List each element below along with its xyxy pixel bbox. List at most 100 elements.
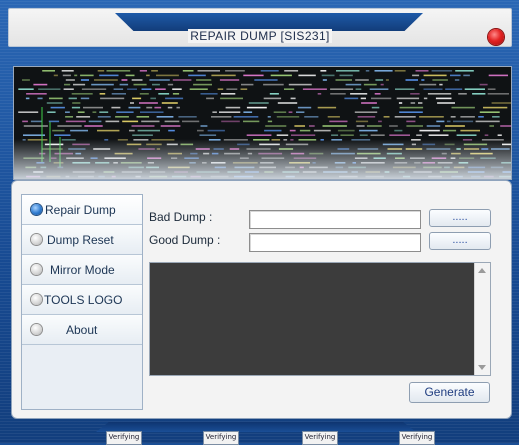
terminal-text-fragment [296,111,305,113]
sidebar-item-label: TOOLS LOGO [44,293,123,307]
terminal-text-fragment [415,70,429,72]
terminal-text-fragment [241,83,254,86]
sidebar-item-mirror-mode[interactable]: Mirror Mode [22,255,142,285]
terminal-text-fragment [428,134,449,136]
terminal-text-fragment [478,116,484,118]
terminal-text-fragment [22,120,28,123]
terminal-text-fragment [366,125,382,127]
terminal-text-fragment [359,134,368,136]
bad-dump-label: Bad Dump : [149,210,213,224]
terminal-text-fragment [330,93,346,95]
terminal-text-fragment [80,79,89,81]
terminal-text-fragment [136,116,150,118]
terminal-text-fragment [141,88,152,90]
bad-dump-browse-button[interactable]: ..... [429,209,491,227]
terminal-text-fragment [394,116,416,118]
radio-selected-icon [31,204,42,215]
banner-fade [14,139,511,179]
terminal-text-fragment [479,111,500,113]
terminal-text-fragment [83,106,103,109]
terminal-text-fragment [288,111,293,113]
terminal-text-fragment [375,79,384,81]
terminal-text-fragment [460,116,475,118]
terminal-text-fragment [160,125,181,127]
terminal-text-fragment [317,106,337,109]
terminal-text-fragment [100,97,125,100]
terminal-text-fragment [427,93,452,95]
terminal-text-fragment [410,102,416,104]
radio-unselected-icon [31,264,42,275]
terminal-text-fragment [431,70,453,72]
terminal-text-fragment [354,111,378,113]
close-icon[interactable] [488,29,504,45]
terminal-text-fragment [370,134,385,136]
good-dump-input[interactable] [249,233,421,252]
terminal-text-fragment [211,74,236,77]
terminal-text-fragment [150,97,156,100]
terminal-text-fragment [355,120,369,123]
terminal-text-fragment [405,79,418,81]
terminal-text-fragment [355,88,362,90]
sidebar-item-label: About [66,323,98,337]
terminal-text-fragment [320,70,327,72]
terminal-text-fragment [432,79,448,81]
terminal-text-fragment [141,120,160,123]
sidebar-item-about[interactable]: About [22,315,142,345]
terminal-text-fragment [291,134,316,136]
terminal-text-fragment [445,88,463,90]
terminal-text-fragment [290,97,296,100]
terminal-text-fragment [65,120,86,123]
terminal-text-fragment [426,125,441,127]
sidebar-item-tools-logo[interactable]: TOOLS LOGO [22,285,142,315]
terminal-text-fragment [399,106,424,109]
sidebar-item-repair-dump[interactable]: Repair Dump [22,195,142,225]
terminal-text-fragment [128,106,141,109]
terminal-text-fragment [246,134,272,136]
good-dump-browse-button[interactable]: ..... [429,232,491,250]
terminal-text-fragment [246,106,267,109]
title-bar: REPAIR DUMP [SIS231] [8,8,512,47]
terminal-text-fragment [99,111,109,113]
terminal-text-fragment [273,111,287,113]
terminal-text-fragment [269,93,279,95]
terminal-text-fragment [94,79,118,81]
terminal-text-fragment [54,134,71,136]
terminal-text-fragment [47,111,56,113]
terminal-text-fragment [116,111,134,113]
terminal-text-fragment [33,83,48,86]
terminal-text-fragment [152,83,160,86]
terminal-text-fragment [48,120,60,123]
terminal-text-fragment [80,74,94,77]
terminal-text-fragment [484,134,489,136]
terminal-text-fragment [129,129,135,132]
generate-button[interactable]: Generate [409,382,490,403]
app-window: REPAIR DUMP [SIS231] Repair Dump Dump Re… [0,0,519,445]
terminal-text-fragment [321,74,335,77]
log-scrollbar[interactable] [474,263,490,375]
sidebar-item-dump-reset[interactable]: Dump Reset [22,225,142,255]
terminal-text-fragment [350,93,368,95]
terminal-text-fragment [156,116,174,118]
terminal-text-fragment [50,106,65,109]
terminal-text-fragment [65,79,75,81]
terminal-text-fragment [233,116,259,118]
terminal-text-fragment [219,79,240,81]
terminal-text-fragment [42,70,55,72]
sidebar-item-label: Mirror Mode [50,263,115,277]
terminal-text-fragment [423,74,447,77]
terminal-text-fragment [399,111,423,113]
terminal-text-fragment [172,93,180,95]
bad-dump-input[interactable] [249,210,421,229]
scroll-up-arrow-icon[interactable] [478,268,486,273]
terminal-text-fragment [197,129,204,132]
terminal-text-fragment [371,97,392,100]
scroll-down-arrow-icon[interactable] [478,365,486,370]
log-output-area[interactable] [149,262,491,376]
terminal-text-fragment [71,106,81,109]
bottom-tab-decoration [96,422,416,432]
terminal-text-fragment [151,70,158,72]
terminal-text-fragment [356,125,365,127]
terminal-text-fragment [313,129,331,132]
terminal-text-fragment [99,93,106,95]
window-title: REPAIR DUMP [SIS231] [188,29,332,43]
